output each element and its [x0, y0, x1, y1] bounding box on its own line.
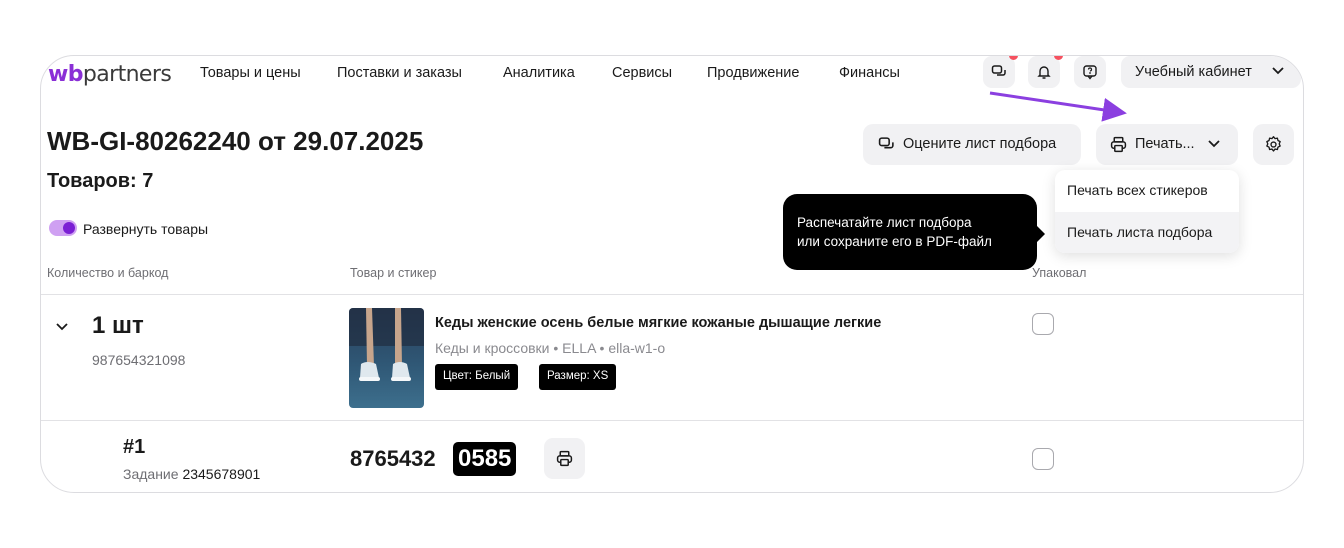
- annotation-arrow: [989, 91, 1127, 122]
